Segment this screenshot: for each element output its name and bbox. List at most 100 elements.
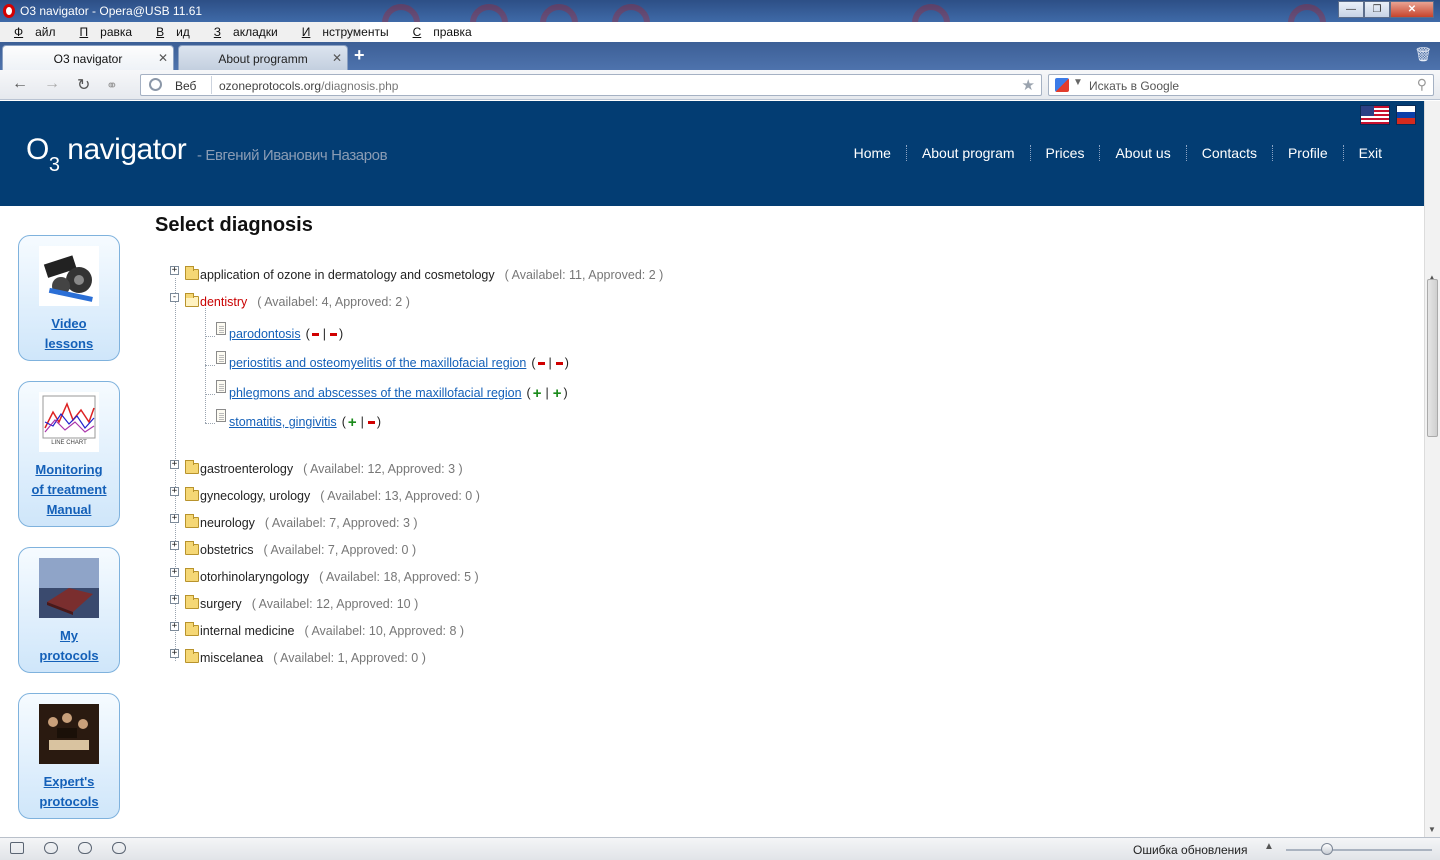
menu-item[interactable]: Правка (68, 22, 145, 42)
cloud-icon[interactable] (44, 842, 58, 854)
tree-category[interactable]: dentistry ( Availabel: 4, Approved: 2 ) (200, 295, 410, 309)
turbo-icon[interactable] (112, 842, 126, 854)
unavailable-minus-icon (367, 421, 375, 425)
new-tab-icon[interactable]: + (354, 45, 365, 66)
sidebar-card-label[interactable]: My protocols (19, 626, 119, 672)
status-text: Ошибка обновления (1133, 843, 1248, 857)
category-name[interactable]: neurology (200, 516, 255, 530)
expand-icon[interactable]: + (170, 595, 179, 604)
nav-link-about-us[interactable]: About us (1099, 145, 1185, 161)
sidebar-card-label[interactable]: Video lessons (19, 314, 119, 360)
expand-icon[interactable]: + (170, 266, 179, 275)
sidebar-card-video-lessons[interactable]: Video lessons (18, 235, 120, 361)
tree-category[interactable]: neurology ( Availabel: 7, Approved: 3 ) (200, 516, 418, 530)
protocol-link[interactable]: parodontosis (229, 327, 301, 341)
category-name[interactable]: obstetrics (200, 543, 254, 557)
address-field[interactable]: Веб ozoneprotocols.org/diagnosis.php ★ (140, 74, 1042, 96)
sidebar-card-monitoring-oftreatment-manual[interactable]: LINE CHART Monitoring of treatment Manual (18, 381, 120, 527)
menu-item-label: акладки (233, 25, 278, 39)
scrollbar-thumb[interactable] (1427, 279, 1438, 437)
tab-o3-navigator[interactable]: O3 navigator ✕ (2, 45, 174, 70)
vertical-scrollbar[interactable]: ▲ ▼ (1424, 101, 1440, 837)
sidebar-card-label[interactable]: Monitoring of treatment Manual (19, 460, 119, 526)
protocol-link[interactable]: stomatitis, gingivitis (229, 415, 337, 429)
minimize-button[interactable]: — (1338, 1, 1364, 18)
category-name[interactable]: internal medicine (200, 624, 295, 638)
search-field[interactable]: ▼ Искать в Google ⚲ (1048, 74, 1434, 96)
expand-icon[interactable]: + (170, 541, 179, 550)
nav-link-about-program[interactable]: About program (905, 145, 1030, 161)
close-tab-icon[interactable]: ✕ (332, 51, 342, 65)
expand-icon[interactable]: + (170, 460, 179, 469)
tree-category[interactable]: application of ozone in dermatology and … (200, 268, 663, 282)
trash-icon[interactable]: 🗑 (1414, 46, 1432, 63)
nav-link-prices[interactable]: Prices (1029, 145, 1100, 161)
scroll-down-icon[interactable]: ▼ (1428, 825, 1436, 834)
category-counts: ( Availabel: 12, Approved: 10 ) (251, 597, 419, 611)
menu-item[interactable]: Закладки (202, 22, 290, 42)
menu-item[interactable]: Файл (2, 22, 68, 42)
category-counts: ( Availabel: 7, Approved: 0 ) (263, 543, 417, 557)
desktop-opera-icon (382, 4, 420, 22)
book-icon[interactable] (39, 558, 99, 618)
ru-flag-icon[interactable] (1396, 105, 1416, 125)
category-name[interactable]: application of ozone in dermatology and … (200, 268, 495, 282)
category-name[interactable]: gynecology, urology (200, 489, 310, 503)
tree-category[interactable]: internal medicine ( Availabel: 10, Approv… (200, 624, 464, 638)
film-reel-icon[interactable] (39, 246, 99, 306)
tab-strip: O3 navigator ✕ About programm ✕ (0, 42, 1440, 70)
expand-icon[interactable]: + (170, 568, 179, 577)
unavailable-minus-icon (330, 333, 337, 337)
menu-item[interactable]: Вид (144, 22, 202, 42)
site-logo[interactable]: O3 navigator (26, 133, 187, 176)
protocol-link[interactable]: periostitis and osteomyelitis of the max… (229, 356, 526, 370)
reload-icon[interactable]: ↻ (77, 75, 90, 95)
tree-category[interactable]: gynecology, urology ( Availabel: 13, Appr… (200, 489, 480, 503)
collapse-icon[interactable]: - (170, 293, 179, 302)
category-name[interactable]: dentistry (200, 295, 247, 309)
back-icon[interactable]: ← (12, 75, 28, 93)
maximize-button[interactable]: ❐ (1364, 1, 1390, 18)
tab-about-programm[interactable]: About programm ✕ (178, 45, 348, 70)
tree-category[interactable]: gastroenterology ( Availabel: 12, Approve… (200, 462, 463, 476)
sidebar-card-label[interactable]: Expert's protocols (19, 772, 119, 818)
expand-icon[interactable]: + (170, 649, 179, 658)
category-name[interactable]: otorhinolaryngology (200, 570, 309, 584)
nav-link-exit[interactable]: Exit (1342, 145, 1382, 161)
status-bracket: ) (564, 356, 569, 370)
zoom-slider[interactable] (1286, 849, 1432, 851)
bookmark-star-icon[interactable]: ★ (1022, 76, 1035, 94)
tree-category[interactable]: miscelanea ( Availabel: 1, Approved: 0 ) (200, 651, 426, 665)
tree-category[interactable]: surgery ( Availabel: 12, Approved: 10 ) (200, 597, 418, 611)
unite-icon[interactable] (78, 842, 92, 854)
category-name[interactable]: gastroenterology (200, 462, 293, 476)
menu-item[interactable]: Справка (401, 22, 484, 42)
expand-icon[interactable]: + (170, 622, 179, 631)
sidebar-card-experts-protocols[interactable]: Expert's protocols (18, 693, 120, 819)
nav-link-profile[interactable]: Profile (1271, 145, 1343, 161)
nav-link-home[interactable]: Home (839, 145, 906, 161)
key-icon[interactable]: ⚭ (106, 77, 118, 94)
protocol-link[interactable]: phlegmons and abscesses of the maxillofa… (229, 386, 522, 400)
status-bracket: ( (526, 386, 531, 400)
expand-icon[interactable]: + (170, 514, 179, 523)
zoom-slider-handle[interactable] (1321, 843, 1333, 855)
unavailable-minus-icon (311, 333, 319, 337)
sidebar-card-my-protocols[interactable]: My protocols (18, 547, 120, 673)
category-name[interactable]: miscelanea (200, 651, 263, 665)
us-flag-icon[interactable] (1360, 105, 1390, 125)
menu-item[interactable]: Инструменты (290, 22, 401, 42)
close-window-button[interactable]: ✕ (1390, 1, 1434, 18)
forward-icon[interactable]: → (44, 75, 60, 93)
expand-icon[interactable]: + (170, 487, 179, 496)
tree-category[interactable]: obstetrics ( Availabel: 7, Approved: 0 ) (200, 543, 416, 557)
panel-toggle-icon[interactable] (10, 842, 24, 854)
nav-link-contacts[interactable]: Contacts (1185, 145, 1272, 161)
tree-category[interactable]: otorhinolaryngology ( Availabel: 18, Appr… (200, 570, 479, 584)
close-tab-icon[interactable]: ✕ (158, 51, 168, 65)
category-name[interactable]: surgery (200, 597, 242, 611)
painting-icon[interactable] (39, 704, 99, 764)
chevron-down-icon[interactable]: ▼ (1073, 77, 1083, 88)
search-icon[interactable]: ⚲ (1417, 76, 1427, 93)
zoom-menu-icon[interactable]: ▲ (1264, 841, 1274, 852)
